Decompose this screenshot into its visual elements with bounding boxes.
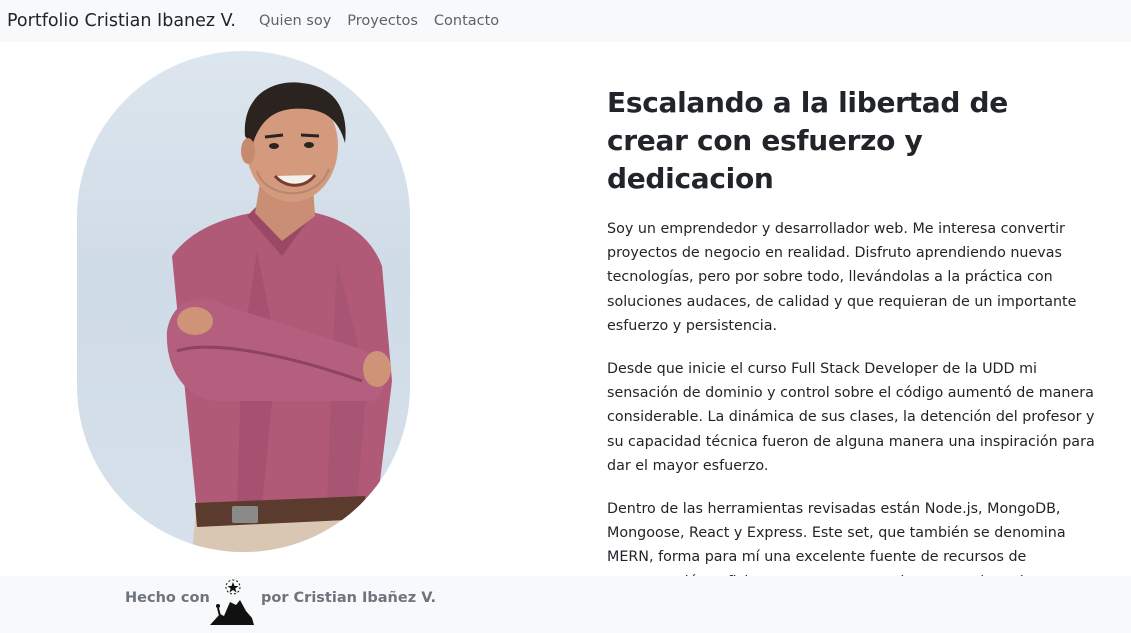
about-paragraph-2: Desde que inicie el curso Full Stack Dev… [607, 361, 1095, 474]
profile-photo [77, 51, 410, 552]
nav-link-proyectos[interactable]: Proyectos [347, 13, 418, 29]
about-paragraph-1: Soy un emprendedor y desarrollador web. … [607, 221, 1077, 334]
top-navbar: Portfolio Cristian Ibanez V. Quien soy P… [0, 0, 1131, 42]
footer: Hecho con por Cristian Ibañez V. [0, 576, 1131, 633]
headline: Escalando a la libertad de crear con esf… [607, 86, 1008, 195]
nav-link-contacto[interactable]: Contacto [434, 13, 499, 29]
navbar-brand[interactable]: Portfolio Cristian Ibanez V. [7, 11, 236, 31]
mountain-climber-icon [208, 578, 256, 632]
profile-photo-illustration [166, 82, 392, 552]
about-section: Escalando a la libertad de crear con esf… [607, 84, 1097, 633]
nav-link-quien-soy[interactable]: Quien soy [259, 13, 331, 29]
footer-suffix: por Cristian Ibañez V. [261, 590, 437, 606]
footer-prefix: Hecho con [125, 590, 210, 606]
